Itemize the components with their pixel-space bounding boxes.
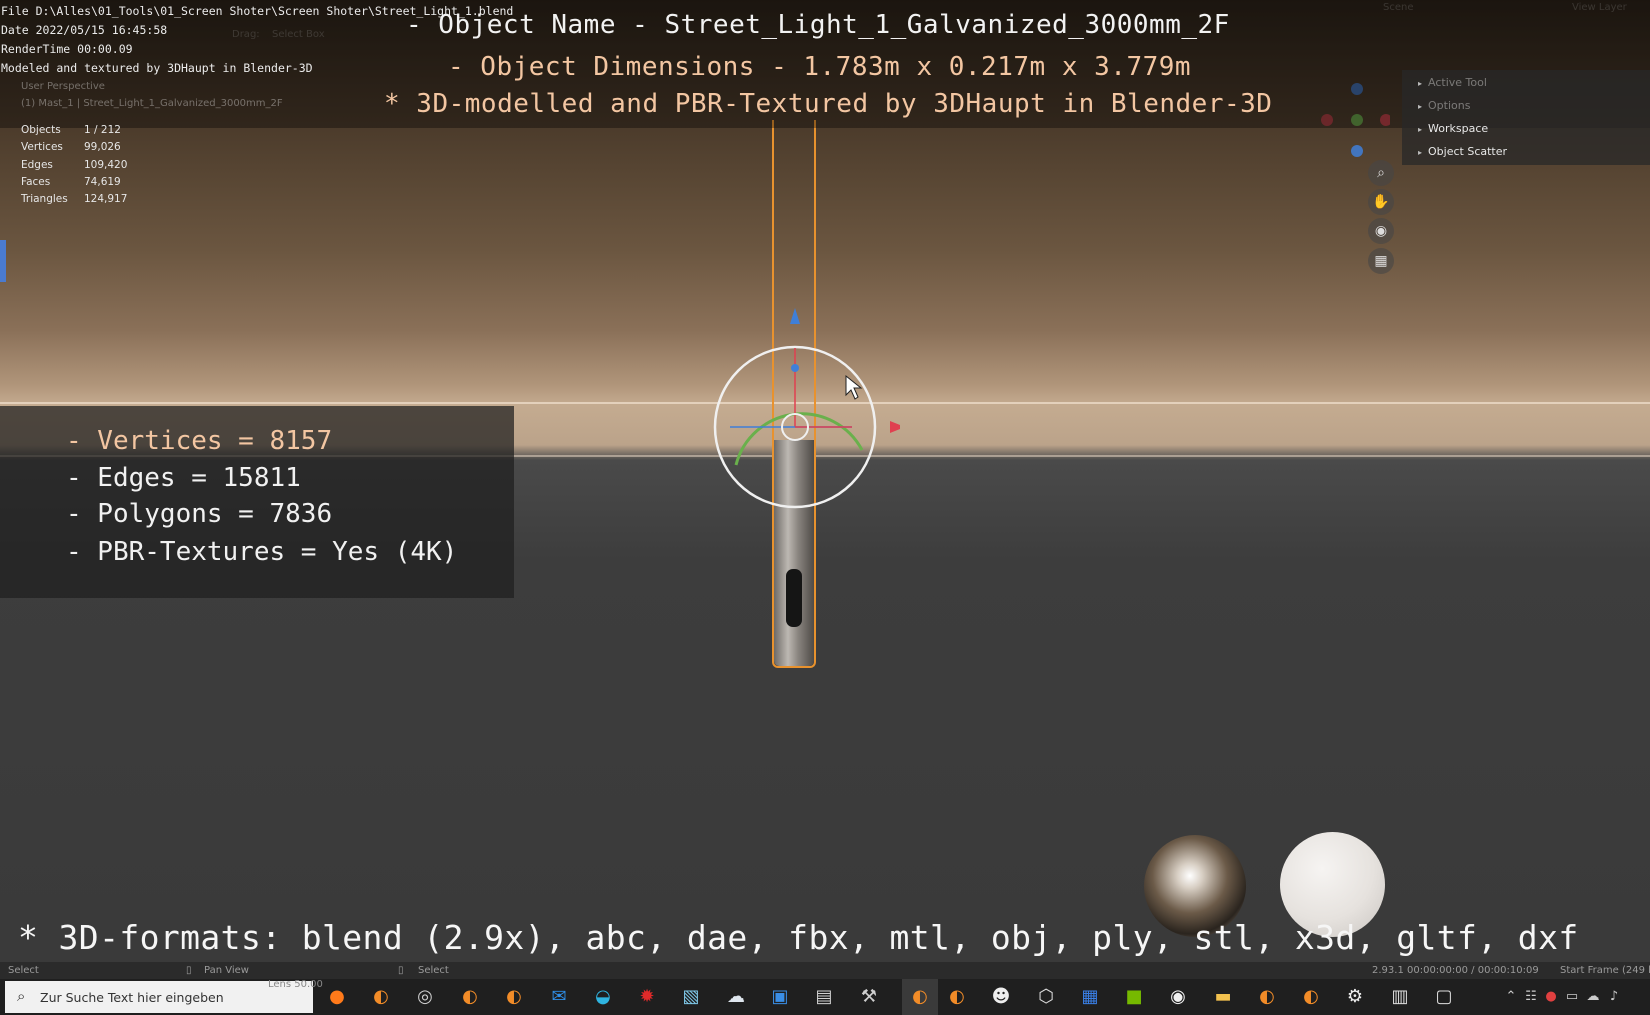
search-placeholder: Zur Suche Text hier eingeben [40,990,224,1005]
sidebar-panel: ▸ Active Tool ▸ Options ▸ Workspace ▸ Object… [1402,70,1650,165]
expand-triangle-icon: ▸ [1418,79,1423,88]
chat-icon[interactable]: ▣ [769,986,791,1008]
battery-icon[interactable]: ▭ [1561,986,1583,1008]
pole-door-slot [786,569,802,627]
object-name-caption: - Object Name - Street_Light_1_Galvanize… [406,10,1230,40]
blender-icon[interactable]: ◐ [459,986,481,1008]
firefox-icon[interactable]: ● [326,986,348,1008]
window-icon[interactable]: ▢ [1433,986,1455,1008]
polygons-stat: - Polygons = 7836 [66,499,333,529]
modeled-by: Modeled and textured by 3DHaupt in Blend… [1,61,313,75]
expand-triangle-icon: ▸ [1418,148,1423,157]
red-app-icon[interactable]: ✹ [636,986,658,1008]
scene-statistics: Objects 1 / 212 Vertices 99,026 Edges 109,4… [21,124,127,210]
nav-axis-z-neg[interactable] [1351,145,1363,157]
3d-viewport[interactable]: ⌕ ✋ ◉ ▦ Drag: Select Box Scene View Laye… [0,0,1650,965]
notes-icon[interactable]: ▧ [680,986,702,1008]
blender-icon[interactable]: ◐ [946,986,968,1008]
edge-icon[interactable]: ◒ [592,986,614,1008]
stat-row: Triangles 124,917 [21,193,128,206]
stat-row: Vertices 99,026 [21,141,121,154]
panel-active-tool[interactable]: ▸ Active Tool [1418,76,1487,89]
cube-icon[interactable]: ⬡ [1035,986,1057,1008]
toolbar-edge-tab[interactable] [0,240,6,282]
mouse-icon: ▯ [398,965,404,976]
gizmo-up-arrow[interactable] [790,308,800,324]
ortho-grid-icon[interactable]: ▦ [1368,248,1394,274]
speaker-icon[interactable]: ♪ [1603,986,1625,1008]
edges-stat: - Edges = 15811 [66,463,301,493]
tray-chevron-up-icon[interactable]: ⌃ [1500,986,1522,1008]
expand-triangle-icon: ▸ [1418,102,1423,111]
camera-view-icon[interactable]: ◉ [1368,218,1394,244]
gizmo-z-handle[interactable] [791,364,799,372]
active-collection-label: (1) Mast_1 | Street_Light_1_Galvanized_3… [21,98,283,109]
formats-caption: * 3D-formats: blend (2.9x), abc, dae, fb… [18,918,1579,957]
pan-hand-icon[interactable]: ✋ [1368,189,1394,215]
transform-gizmo[interactable] [700,300,900,540]
render-time: RenderTime 00:00.09 [1,42,133,56]
mouse-icon: ▯ [186,965,192,976]
vertices-stat: - Vertices = 8157 [66,426,333,456]
viewport-label: User Perspective (1) Mast_1 | Street_Lig… [21,78,283,112]
lens-label: Lens 50.00 [268,979,323,990]
modelled-by-caption: * 3D-modelled and PBR-Textured by 3DHaup… [384,89,1273,119]
status-select: Select [8,965,39,976]
status-select-2: Select [418,965,449,976]
perspective-label: User Perspective [21,81,105,92]
search-icon: ⌕ [17,987,26,1005]
windows-taskbar: ⌕ Zur Suche Text hier eingeben Lens 50.0… [0,979,1650,1015]
stat-row: Faces 74,619 [21,175,121,188]
stack-icon[interactable]: ▥ [1389,986,1411,1008]
aperture-icon[interactable]: ◎ [414,986,436,1008]
expand-triangle-icon: ▸ [1418,125,1423,134]
blender-icon[interactable]: ◐ [1256,986,1278,1008]
object-stats-box: - Vertices = 8157 - Edges = 15811 - Poly… [0,406,514,598]
zoom-icon[interactable]: ⌕ [1368,160,1394,186]
textures-stat: - PBR-Textures = Yes (4K) [66,537,458,567]
blender-icon[interactable]: ◐ [503,986,525,1008]
panel-options[interactable]: ▸ Options [1418,99,1470,112]
taskbar-search[interactable]: ⌕ Zur Suche Text hier eingeben [5,981,313,1013]
blender-icon[interactable]: ◐ [1300,986,1322,1008]
blender-active-icon[interactable]: ◐ [902,979,938,1015]
panel-object-scatter[interactable]: ▸ Object Scatter [1418,145,1507,158]
cloud-tray-icon[interactable]: ☁ [1582,986,1604,1008]
blender-icon[interactable]: ◐ [370,986,392,1008]
cloud-icon[interactable]: ☁ [725,986,747,1008]
object-dimensions-caption: - Object Dimensions - 1.783m x 0.217m x … [448,52,1192,82]
stat-row: Objects 1 / 212 [21,124,121,136]
panel-workspace[interactable]: ▸ Workspace [1418,122,1488,135]
antivirus-icon[interactable]: ● [1540,986,1562,1008]
gizmo-right-arrow[interactable] [890,421,900,433]
circle-app-icon[interactable]: ◉ [1167,986,1189,1008]
gear-icon[interactable]: ⚙ [1344,986,1366,1008]
status-pan-view: Pan View [204,965,249,976]
status-bar: Select ▯ Pan View ▯ Select 2.93.1 00:00:… [0,962,1650,979]
terminal-icon[interactable]: ▤ [813,986,835,1008]
panda-icon[interactable]: ☻ [990,986,1012,1008]
status-start-frame: Start Frame (249 le [1560,965,1650,976]
tool-icon[interactable]: ⚒ [858,986,880,1008]
mail-icon[interactable]: ✉ [548,986,570,1008]
calendar-icon[interactable]: ▦ [1079,986,1101,1008]
status-version: 2.93.1 00:00:00:00 / 00:00:10:09 [1372,965,1539,976]
folder-icon[interactable]: ▬ [1212,986,1234,1008]
nvidia-icon[interactable]: ■ [1123,986,1145,1008]
network-icon[interactable]: ☷ [1520,986,1542,1008]
stat-row: Edges 109,420 [21,158,128,171]
